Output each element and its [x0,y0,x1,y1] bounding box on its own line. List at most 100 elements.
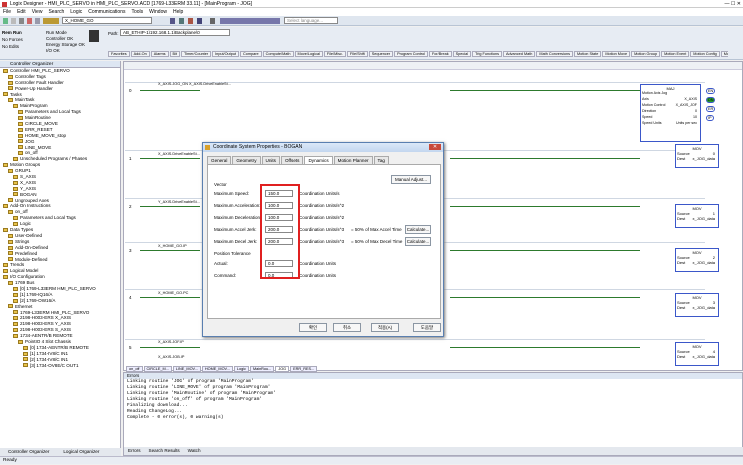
instruction-tab[interactable]: Motion State [574,51,602,57]
dialog-title-bar: Coordinate System Properties - BOGAN ✕ [203,143,443,152]
tree-item-label: JOG [25,138,35,144]
tree-item-label: [0] 1734-AENTR/B REMOTE [30,344,89,350]
menu-item[interactable]: Window [149,9,167,15]
instruction-tab[interactable]: Advanced Math [503,51,536,57]
edits-label: No Edits [2,44,20,49]
mov-instruction-block[interactable]: MOV Source 3 Dest x_JOG_data [675,293,719,317]
menu-item[interactable]: Logic [70,9,82,15]
dialog-tabs[interactable]: General Geometry Units Offsets Dynamics Motio… [207,156,390,164]
instruction-tab[interactable]: Sequencer [368,51,394,57]
apply-button[interactable]: 적용(A) [371,323,399,332]
errors-tab[interactable]: Watch [188,448,201,453]
contact-label[interactable]: X_AXIS.JOB.IP [158,355,184,359]
folder-icon [18,145,23,150]
menu-bar: File Edit View Search Logic Communications Too… [0,8,743,16]
organizer-tab[interactable]: Controller Organizer [8,449,49,454]
dialog-tab[interactable]: Geometry [232,156,261,164]
instruction-tab[interactable]: Input/Output [212,51,240,57]
menu-item[interactable]: Tools [131,9,143,15]
errors-tab[interactable]: Errors [128,448,141,453]
instruction-tab[interactable]: Compute/Math [262,51,294,57]
manual-adjust-button[interactable]: Manual Adjust... [391,175,431,184]
path-combo[interactable]: AB_ETHIP-1\192.168.1.1\Backplane\0 [120,29,230,36]
calculate-button[interactable]: Calculate... [405,225,431,234]
ok-button[interactable]: 확인 [299,323,327,332]
tree-item-label: Trends [10,262,25,268]
instruction-tab[interactable]: File/Misc. [323,51,346,57]
menu-items[interactable]: File Edit View Search Logic Communications Too… [3,9,189,15]
dialog-tab[interactable]: General [207,156,232,164]
instruction-tab[interactable]: Timer/Counter [180,51,212,57]
instruction-tab[interactable]: Add-On [130,51,150,57]
contact-label[interactable]: Y_AXIS.DriveEnableSt... [158,200,200,204]
instruction-tab[interactable]: Favorites [108,51,130,57]
instruction-tab[interactable]: Motion Config [690,51,720,57]
menu-item[interactable]: Communications [88,9,125,15]
maj-rows: Motion Axis Jog Axis X_AXIS Motion Control X… [642,91,699,127]
organizer-tab[interactable]: Logical Organizer [63,449,99,454]
mov-instruction-block[interactable]: MOV Source 4 Dest x_JOG_data [675,342,719,366]
instruction-tab[interactable]: Motion Move [602,51,631,57]
ladder-toolbar[interactable] [124,62,742,70]
instruction-tab[interactable]: Program Control [394,51,428,57]
instruction-tab[interactable]: Special [452,51,472,57]
folder-icon [13,316,18,321]
toolbar-icons-2[interactable] [170,18,280,24]
dialog-close-button[interactable]: ✕ [429,144,441,150]
language-select[interactable]: Select language... [284,17,338,24]
calculate-button[interactable]: Calculate... [405,237,431,246]
contact-label[interactable]: X_AXIS.JOG_ON X_AXIS.DriveEnableSt... [158,82,231,86]
maj-instruction-block[interactable]: MAJ Motion Axis Jog Axis X_AXIS Motion Cont… [640,84,701,142]
rung-number: 3 [129,248,132,253]
instruction-tab[interactable]: Bit [169,51,180,57]
instruction-tab[interactable]: Alarms [150,51,169,57]
maj-row: Speed Units Units per sec [642,121,699,127]
menu-item[interactable]: Search [48,9,64,15]
contact-label[interactable]: X_AXIS.DriveEnableSt... [158,152,200,156]
rung-wire [140,347,200,348]
instruction-tab[interactable]: Compare [240,51,262,57]
contact-label[interactable]: X_HOME_GO.IP [158,244,187,248]
toolbar-icons[interactable] [3,18,59,24]
dialog-tab[interactable]: Dynamics [304,156,333,164]
controller-status-panel: Rem Run No Forces No Edits Run Mode Cont… [0,27,743,60]
instruction-tab[interactable]: For/Break [428,51,452,57]
menu-item[interactable]: Help [173,9,183,15]
dialog-tab[interactable]: Tag [373,156,389,164]
errors-tabs[interactable]: Errors Search Results Watch [124,447,743,455]
instruction-tab[interactable]: Motion Group [631,51,661,57]
instruction-tab[interactable]: Move/Logical [294,51,323,57]
mov-instruction-block[interactable]: MOV Source 0 Dest x_JOG_data [675,144,719,168]
tree-item-label: Controller Fault Handler [15,79,64,85]
window-controls[interactable]: — ☐ ✕ [725,0,741,8]
instruction-tabs[interactable]: Favorites Add-On Alarms Bit Timer/Counter Inp… [108,51,728,58]
contact-label[interactable]: X_HOME_GO.PC [158,291,188,295]
folder-icon [13,186,18,191]
dialog-tab[interactable]: Offsets [280,156,304,164]
menu-item[interactable]: View [32,9,43,15]
instruction-tab[interactable]: Trig Functions [472,51,503,57]
rung-wire [140,206,200,207]
mov-instruction-block[interactable]: MOV Source 1 Dest x_JOG_data [675,204,719,228]
organizer-title: Controller Organizer [10,62,54,67]
instruction-tab[interactable]: Motion Coordinated [720,51,728,57]
tree-item-label: Controller HMI_PLC_SERVO [10,68,70,73]
tag-combo[interactable]: X_HOME_GO [62,17,152,24]
organizer-tree[interactable]: Controller HMI_PLC_SERVO Controller Tags C… [0,68,120,368]
instruction-tab[interactable]: File/Shift [346,51,368,57]
controller-ok-label: Controller OK [46,36,74,41]
instruction-tab[interactable]: Motion Event [661,51,690,57]
organizer-tabs[interactable]: Controller Organizer Logical Organizer [0,448,121,456]
menu-item[interactable]: Edit [17,9,26,15]
tree-item[interactable]: [3] 1734-OV8E/C OUT1 [3,363,120,369]
menu-item[interactable]: File [3,9,11,15]
cancel-button[interactable]: 취소 [333,323,361,332]
instruction-tab[interactable]: Math Conversions [536,51,574,57]
contact-label[interactable]: X_AXIS.JOF.IP [158,340,184,344]
dialog-tab[interactable]: Units [261,156,280,164]
errors-tab[interactable]: Search Results [149,448,180,453]
folder-icon [8,245,13,250]
mov-instruction-block[interactable]: MOV Source 2 Dest x_JOG_data [675,248,719,272]
help-button[interactable]: 도움말 [413,323,441,332]
dialog-tab[interactable]: Motion Planner [333,156,373,164]
